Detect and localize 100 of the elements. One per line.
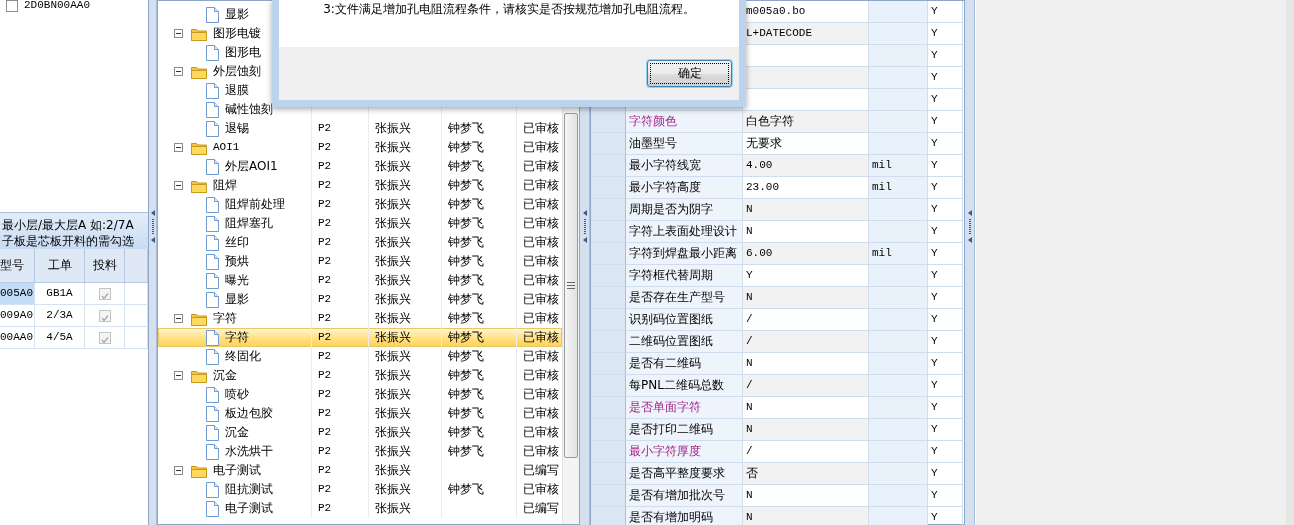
collapse-icon[interactable] <box>174 314 183 323</box>
row-header[interactable] <box>591 155 626 177</box>
row-header[interactable] <box>591 375 626 397</box>
tree-row[interactable]: 显影 P2 张振兴 钟梦飞 已审核 <box>158 290 562 309</box>
tree-cell: 张振兴 <box>375 330 411 345</box>
property-value-cell[interactable]: L+DATECODE <box>743 23 869 45</box>
row-header[interactable] <box>591 507 626 525</box>
document-icon <box>206 424 219 441</box>
tree-row[interactable]: 退锡 P2 张振兴 钟梦飞 已审核 <box>158 119 562 138</box>
tree-cell: 已审核 <box>523 425 559 440</box>
tree-cell: 钟梦飞 <box>448 330 484 345</box>
splitter-grip-icon[interactable] <box>581 210 588 244</box>
tree-item-label: 显影 <box>225 292 249 307</box>
row-header[interactable] <box>591 441 626 463</box>
property-value-cell[interactable]: / <box>743 331 869 353</box>
splitter-grip-icon[interactable] <box>966 210 973 244</box>
row-header[interactable] <box>591 177 626 199</box>
property-value-cell[interactable]: 无要求 <box>743 133 869 155</box>
tree-row[interactable]: 阻焊前处理 P2 张振兴 钟梦飞 已审核 <box>158 195 562 214</box>
collapse-icon[interactable] <box>174 181 183 190</box>
collapse-icon[interactable] <box>174 67 183 76</box>
property-value-cell[interactable]: 6.00 <box>743 243 869 265</box>
hint-text: 最小层/最大层A 如:2/7A <box>2 217 135 233</box>
collapse-icon[interactable] <box>174 29 183 38</box>
row-header[interactable] <box>591 309 626 331</box>
row-header[interactable] <box>591 287 626 309</box>
tree-item-label: 阻焊前处理 <box>225 197 285 212</box>
property-value-cell[interactable]: N <box>743 507 869 525</box>
property-value-cell[interactable]: N <box>743 199 869 221</box>
unit-cell <box>869 45 928 67</box>
tree-row[interactable]: 外层AOI1 P2 张振兴 钟梦飞 已审核 <box>158 157 562 176</box>
property-value-cell[interactable]: m005a0.bo <box>743 1 869 23</box>
tree-row[interactable]: 阻焊 P2 张振兴 钟梦飞 已审核 <box>158 176 562 195</box>
row-header[interactable] <box>591 463 626 485</box>
tree-row[interactable]: 丝印 P2 张振兴 钟梦飞 已审核 <box>158 233 562 252</box>
row-header[interactable] <box>591 331 626 353</box>
row-header[interactable] <box>591 265 626 287</box>
tree-row[interactable]: 水洗烘干 P2 张振兴 钟梦飞 已审核 <box>158 442 562 461</box>
splitter-grip-icon[interactable] <box>149 210 156 244</box>
folder-icon <box>191 140 207 155</box>
collapse-icon[interactable] <box>174 371 183 380</box>
tree-row[interactable]: 沉金 P2 张振兴 钟梦飞 已审核 <box>158 423 562 442</box>
row-header[interactable] <box>591 353 626 375</box>
property-value-cell[interactable]: N <box>743 221 869 243</box>
row-header[interactable] <box>591 485 626 507</box>
column-header[interactable]: 工单 <box>35 249 85 282</box>
tree-row[interactable]: AOI1 P2 张振兴 钟梦飞 已审核 <box>158 138 562 157</box>
property-value-cell[interactable]: / <box>743 441 869 463</box>
property-value-cell[interactable]: N <box>743 397 869 419</box>
unit-cell <box>869 463 928 485</box>
tree-row[interactable]: 板边包胶 P2 张振兴 钟梦飞 已审核 <box>158 404 562 423</box>
tree-cell: 已审核 <box>523 444 559 459</box>
column-header[interactable]: 投料 <box>85 249 125 282</box>
ok-button[interactable]: 确定 <box>647 60 732 87</box>
row-header[interactable] <box>591 419 626 441</box>
row-header[interactable] <box>591 397 626 419</box>
tree-row[interactable]: 阻抗测试 P2 张振兴 钟梦飞 已审核 <box>158 480 562 499</box>
tree-row[interactable]: 预烘 P2 张振兴 钟梦飞 已审核 <box>158 252 562 271</box>
property-value-cell[interactable]: Y <box>743 265 869 287</box>
tree-row[interactable]: 字符 P2 张振兴 钟梦飞 已审核 <box>158 328 562 347</box>
property-value-cell[interactable] <box>743 45 869 67</box>
tree-cell: 张振兴 <box>375 349 411 364</box>
tree-row[interactable]: 阻焊塞孔 P2 张振兴 钟梦飞 已审核 <box>158 214 562 233</box>
property-value-cell[interactable]: N <box>743 287 869 309</box>
unit-cell: mil <box>869 177 928 199</box>
collapse-icon[interactable] <box>174 143 183 152</box>
property-value-cell[interactable]: 白色字符 <box>743 111 869 133</box>
property-value-cell[interactable]: N <box>743 353 869 375</box>
document-icon <box>206 215 219 232</box>
tree-row[interactable]: 喷砂 P2 张振兴 钟梦飞 已审核 <box>158 385 562 404</box>
property-value-cell[interactable]: / <box>743 375 869 397</box>
property-value-cell[interactable]: 否 <box>743 463 869 485</box>
property-value-cell[interactable]: / <box>743 309 869 331</box>
unit-cell <box>869 309 928 331</box>
tree-cell: 张振兴 <box>375 140 411 155</box>
tree-cell: 张振兴 <box>375 216 411 231</box>
folder-icon <box>191 178 207 193</box>
tree-cell: P2 <box>318 254 332 269</box>
property-value-cell[interactable]: N <box>743 485 869 507</box>
document-icon <box>206 348 219 365</box>
scrollbar-thumb[interactable] <box>564 113 578 458</box>
property-value-cell[interactable]: N <box>743 419 869 441</box>
tree-row[interactable]: 曝光 P2 张振兴 钟梦飞 已审核 <box>158 271 562 290</box>
tree-row[interactable]: 电子测试 P2 张振兴 已编写 <box>158 499 562 518</box>
row-header[interactable] <box>591 133 626 155</box>
property-value-cell[interactable] <box>743 89 869 111</box>
tree-cell: P2 <box>318 292 332 307</box>
collapse-icon[interactable] <box>174 466 183 475</box>
tree-row[interactable]: 终固化 P2 张振兴 钟梦飞 已审核 <box>158 347 562 366</box>
property-value-cell[interactable]: 4.00 <box>743 155 869 177</box>
checkbox[interactable] <box>6 0 18 12</box>
list-item-label: 2D0BN00AA0 <box>24 0 90 13</box>
tree-row[interactable]: 电子测试 P2 张振兴 已编写 <box>158 461 562 480</box>
tree-row[interactable]: 沉金 P2 张振兴 钟梦飞 已审核 <box>158 366 562 385</box>
row-header[interactable] <box>591 111 626 133</box>
tree-cell: 已审核 <box>523 254 559 269</box>
tree-cell: P2 <box>318 235 332 250</box>
property-value-cell[interactable]: 23.00 <box>743 177 869 199</box>
column-header[interactable]: 型号 <box>0 249 35 282</box>
property-value-cell[interactable] <box>743 67 869 89</box>
